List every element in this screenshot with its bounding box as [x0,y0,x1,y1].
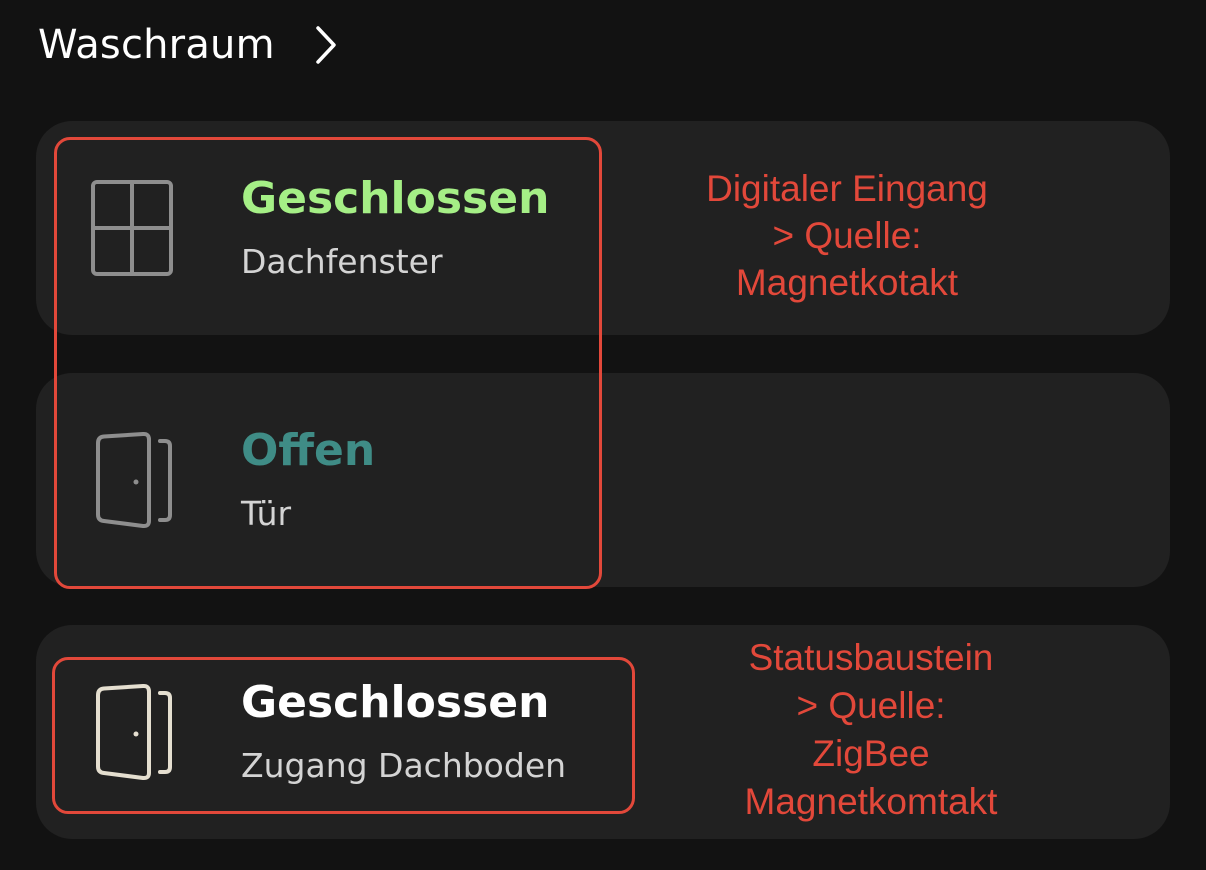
room-header[interactable]: Waschraum [38,22,339,68]
device-label: Tür [241,494,292,533]
status-text: Geschlossen [241,173,550,224]
device-label: Dachfenster [241,242,443,281]
door-icon [96,683,172,781]
status-text: Offen [241,425,376,476]
annotation-note: Statusbaustein > Quelle: ZigBee Magnetko… [744,637,998,822]
door-icon [96,431,172,529]
window-icon [91,180,173,276]
chevron-right-icon[interactable] [313,24,339,66]
room-title: Waschraum [38,22,275,68]
device-card-tuer[interactable]: Offen Tür [36,373,1170,587]
page: Waschraum Geschlossen Dachfenster Offen … [0,0,1206,870]
device-label: Zugang Dachboden [241,746,567,785]
status-text: Geschlossen [241,677,550,728]
annotation-note: Digitaler Eingang > Quelle: Magnetkotakt [706,168,988,303]
